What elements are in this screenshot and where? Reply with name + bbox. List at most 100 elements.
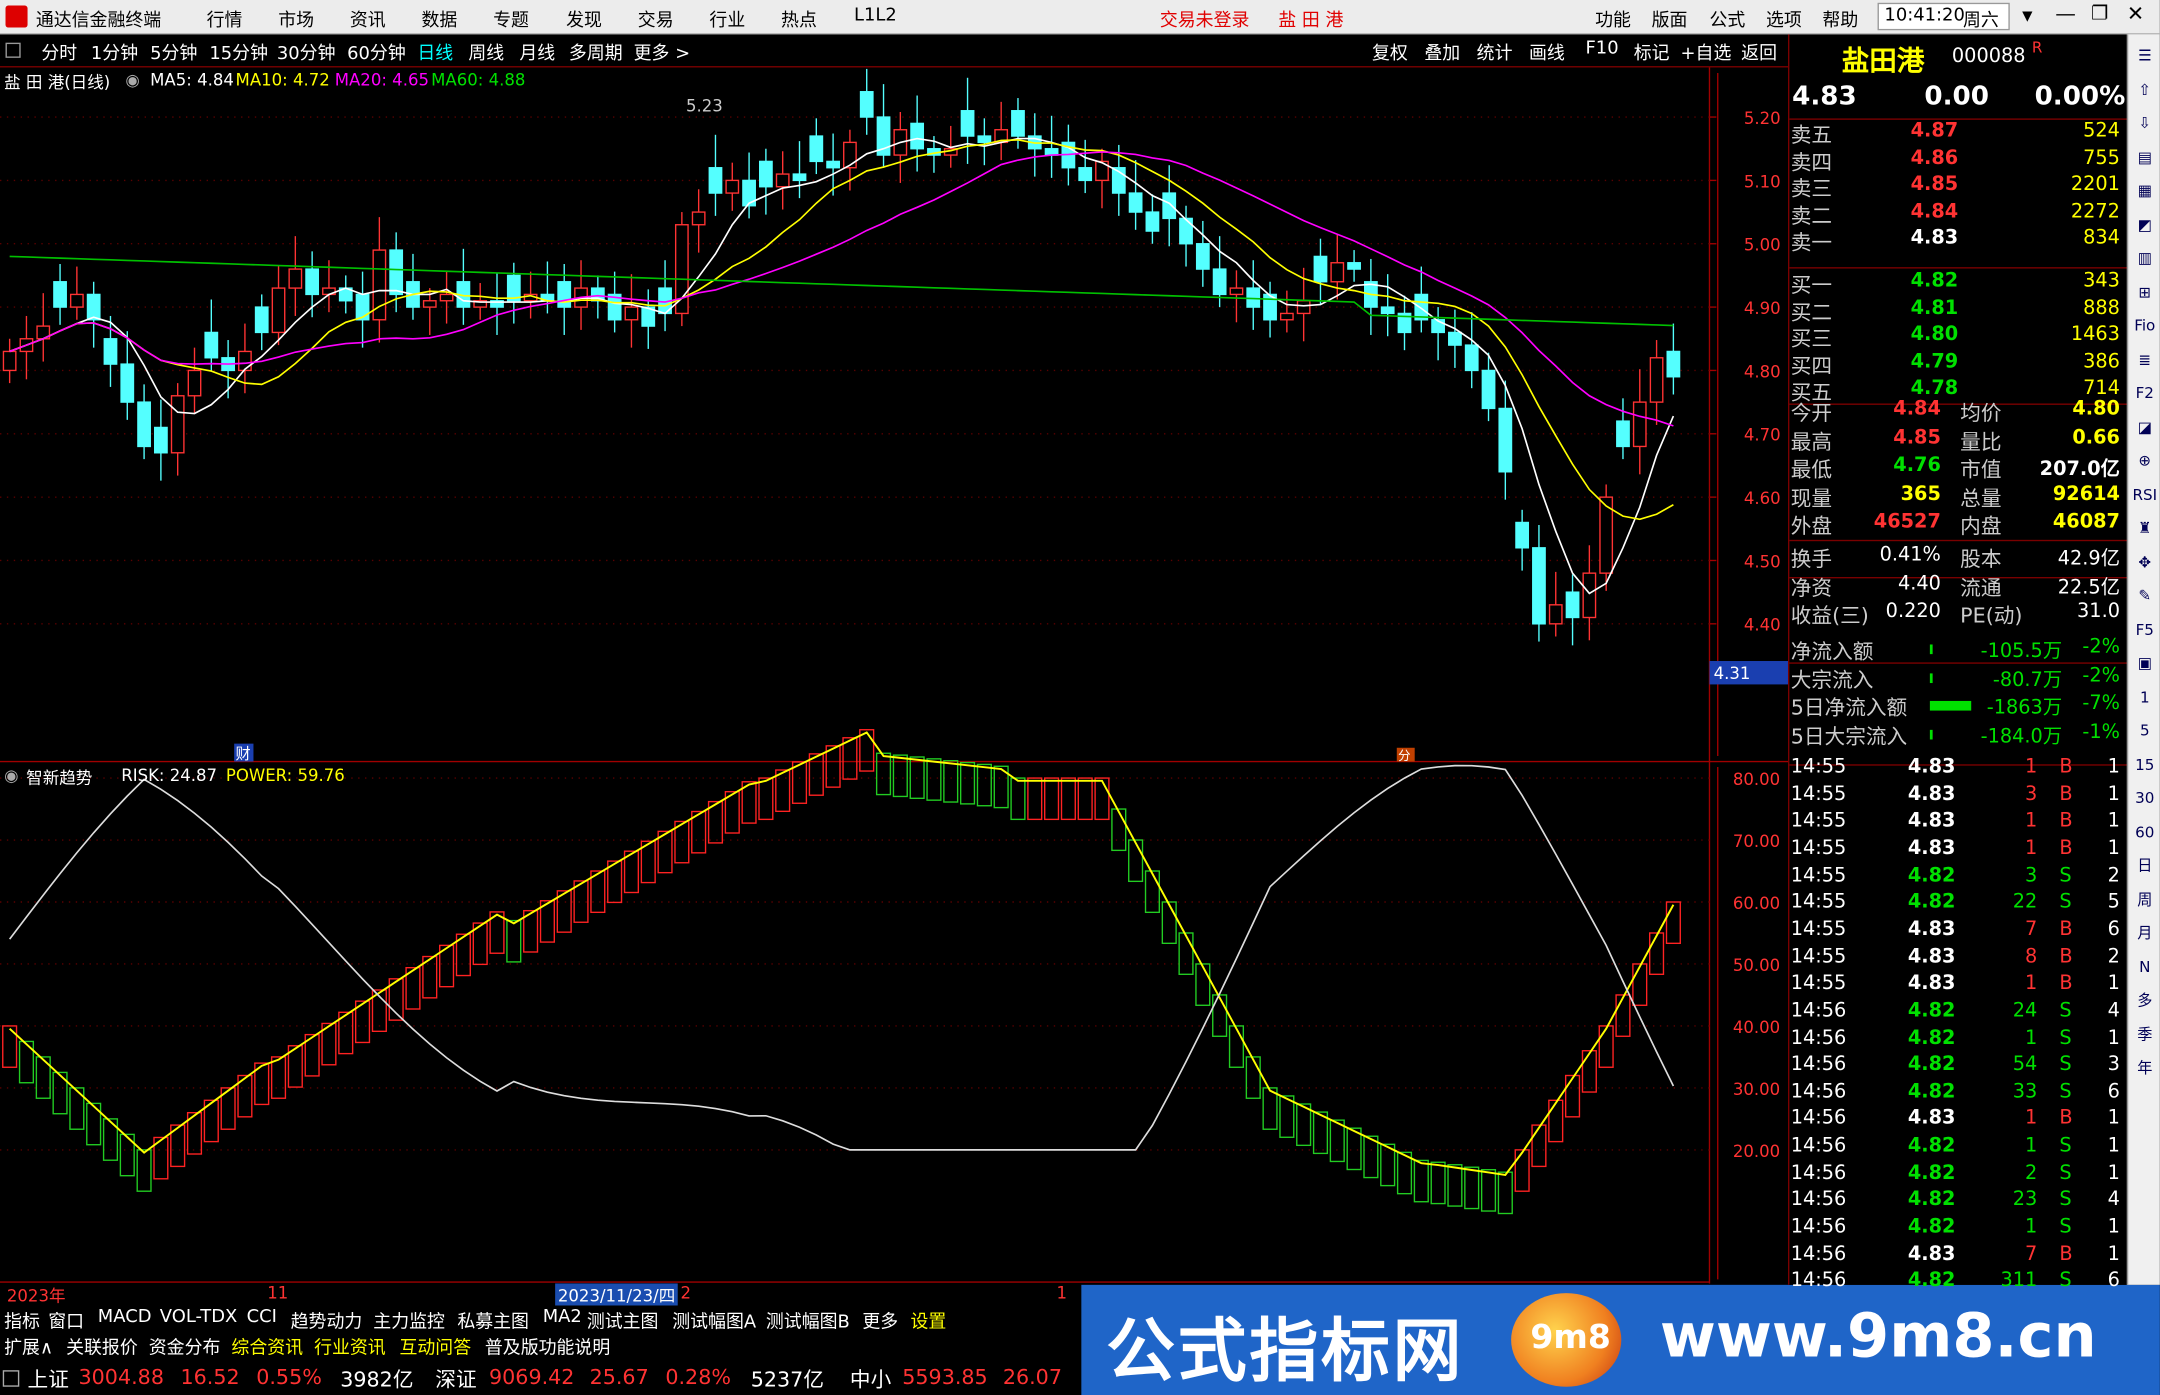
index-sz-name[interactable]: 深证: [435, 1365, 476, 1394]
close-window-icon[interactable]: ✕: [2127, 1, 2144, 26]
menu-item-bangzhu[interactable]: 帮助: [1822, 6, 1858, 32]
indicator-tab[interactable]: 指标: [4, 1307, 40, 1333]
ask-row[interactable]: 卖五 4.87 524: [1789, 120, 2128, 148]
indicator-tab[interactable]: 更多: [862, 1307, 898, 1333]
indicator-tab[interactable]: VOL-TDX: [160, 1307, 238, 1328]
side-p5-icon[interactable]: 5: [2131, 717, 2159, 745]
index-zx-name[interactable]: 中小: [850, 1365, 891, 1394]
side-down-icon[interactable]: ⇩: [2131, 110, 2159, 138]
kline-settings-icon[interactable]: ◉: [125, 70, 139, 89]
period-daily[interactable]: 日线: [417, 39, 453, 65]
menu-item-redian[interactable]: 热点: [781, 6, 817, 32]
side-box-icon[interactable]: ▣: [2131, 650, 2159, 678]
side-multi-icon[interactable]: 多: [2131, 987, 2159, 1015]
period-weekly[interactable]: 周线: [468, 39, 504, 65]
info-tab[interactable]: 普及版功能说明: [485, 1333, 610, 1360]
side-plus-icon[interactable]: ⊕: [2131, 448, 2159, 476]
menu-item-jiaoyi[interactable]: 交易: [638, 6, 674, 32]
minimize-window-icon[interactable]: —: [2055, 1, 2076, 26]
menu-item-faxian[interactable]: 发现: [566, 6, 602, 32]
menu-item-zixun[interactable]: 资讯: [350, 6, 386, 32]
side-fio-icon[interactable]: Fio: [2131, 313, 2159, 341]
menu-item-shuju[interactable]: 数据: [422, 6, 458, 32]
indicator-tab[interactable]: 主力监控: [373, 1307, 445, 1333]
period-more[interactable]: 更多 >: [634, 39, 691, 65]
flow-row[interactable]: 净流入额 -105.5万 -2%: [1789, 636, 2128, 664]
side-up-icon[interactable]: ⇧: [2131, 76, 2159, 104]
indicator-tab[interactable]: 私募主图: [457, 1307, 529, 1333]
period-multi[interactable]: 多周期: [569, 39, 623, 65]
side-year-icon[interactable]: 年: [2131, 1055, 2159, 1083]
chart-canvas[interactable]: 5.20 5.10 5.00 4.90 4.80 4.70 4.60 4.50 4.40 4.31…: [0, 67, 1788, 1284]
indicator-tab[interactable]: CCI: [247, 1307, 277, 1328]
indicator-tab[interactable]: 测试主图: [587, 1307, 659, 1333]
indicator-tab[interactable]: 趋势动力: [291, 1307, 363, 1333]
period-monthly[interactable]: 月线: [519, 39, 555, 65]
menu-item-banmian[interactable]: 版面: [1652, 6, 1688, 32]
side-move-icon[interactable]: ✥: [2131, 549, 2159, 577]
action-biaoji[interactable]: 标记: [1634, 39, 1670, 65]
panel-toggle-icon[interactable]: [5, 42, 21, 58]
side-week-icon[interactable]: 周: [2131, 886, 2159, 914]
menu-item-hangye[interactable]: 行业: [709, 6, 745, 32]
side-board-icon[interactable]: ⊞: [2131, 279, 2159, 307]
side-f5-icon[interactable]: F5: [2131, 616, 2159, 644]
bid-row[interactable]: 买一 4.82 343: [1789, 270, 2128, 298]
action-fuquan[interactable]: 复权: [1372, 39, 1408, 65]
indicator-tab[interactable]: 测试幅图B: [766, 1307, 850, 1333]
flow-row[interactable]: 5日大宗流入 -184.0万 -1%: [1789, 721, 2128, 749]
side-month-icon[interactable]: 月: [2131, 920, 2159, 948]
side-p60-icon[interactable]: 60: [2131, 819, 2159, 847]
side-p1-icon[interactable]: 1: [2131, 684, 2159, 712]
side-day-icon[interactable]: 日: [2131, 852, 2159, 880]
period-30min[interactable]: 30分钟: [277, 39, 336, 65]
period-60min[interactable]: 60分钟: [347, 39, 406, 65]
restore-window-icon[interactable]: ❐: [2091, 3, 2108, 25]
status-icon[interactable]: [2, 1370, 20, 1387]
minimize-icon[interactable]: ▾: [2022, 3, 2032, 28]
info-tab[interactable]: 扩展∧: [4, 1333, 53, 1360]
side-draw-icon[interactable]: ✎: [2131, 583, 2159, 611]
period-fenshi[interactable]: 分时: [41, 39, 77, 65]
bid-row[interactable]: 买四 4.79 386: [1789, 351, 2128, 379]
bid-row[interactable]: 买三 4.80 1463: [1789, 324, 2128, 352]
side-grid-icon[interactable]: ▦: [2131, 178, 2159, 206]
indicator-tab[interactable]: MACD: [98, 1307, 152, 1328]
side-rsi-icon[interactable]: RSI: [2131, 481, 2159, 509]
info-tab[interactable]: 行业资讯: [314, 1333, 386, 1360]
indicator-tab[interactable]: MA2: [543, 1307, 582, 1328]
action-f10[interactable]: F10: [1586, 39, 1619, 60]
side-p15-icon[interactable]: 15: [2131, 751, 2159, 779]
menu-item-zhuanti[interactable]: 专题: [493, 6, 529, 32]
side-panel-icon[interactable]: ◪: [2131, 414, 2159, 442]
menu-item-hangqing[interactable]: 行情: [207, 6, 243, 32]
menu-item-gongshi[interactable]: 公式: [1709, 6, 1745, 32]
period-15min[interactable]: 15分钟: [209, 39, 268, 65]
indicator-tab[interactable]: 设置: [911, 1307, 947, 1333]
bid-row[interactable]: 买二 4.81 888: [1789, 297, 2128, 325]
menu-item-shichang[interactable]: 市场: [278, 6, 314, 32]
flow-row[interactable]: 5日净流入额 -1863万 -7%: [1789, 693, 2128, 721]
ask-row[interactable]: 卖二 4.84 2272: [1789, 201, 2128, 229]
indicator-tab[interactable]: 测试幅图A: [672, 1307, 756, 1333]
side-p30-icon[interactable]: 30: [2131, 785, 2159, 813]
info-tab[interactable]: 关联报价: [66, 1333, 138, 1360]
info-tab[interactable]: 互动问答: [399, 1333, 471, 1360]
action-diejia[interactable]: 叠加: [1424, 39, 1460, 65]
indicator-tab[interactable]: 窗口: [48, 1307, 84, 1333]
action-add-favorite[interactable]: +自选: [1681, 39, 1732, 65]
side-menu-icon[interactable]: ☰: [2131, 43, 2159, 71]
menu-item-l1l2[interactable]: L1L2: [854, 6, 897, 27]
side-season-icon[interactable]: 季: [2131, 1021, 2159, 1049]
side-list-icon[interactable]: ≣: [2131, 346, 2159, 374]
side-f2-icon[interactable]: F2: [2131, 380, 2159, 408]
side-table-icon[interactable]: ▥: [2131, 245, 2159, 273]
info-tab[interactable]: 资金分布: [149, 1333, 221, 1360]
indicator-settings-icon[interactable]: ◉: [4, 766, 18, 785]
index-sh-name[interactable]: 上证: [28, 1365, 69, 1394]
action-tongji[interactable]: 统计: [1477, 39, 1513, 65]
info-tab[interactable]: 综合资讯: [231, 1333, 303, 1360]
period-5min[interactable]: 5分钟: [150, 39, 197, 65]
menu-item-gongneng[interactable]: 功能: [1595, 6, 1631, 32]
ask-row[interactable]: 卖一 4.83 834: [1789, 228, 2128, 256]
